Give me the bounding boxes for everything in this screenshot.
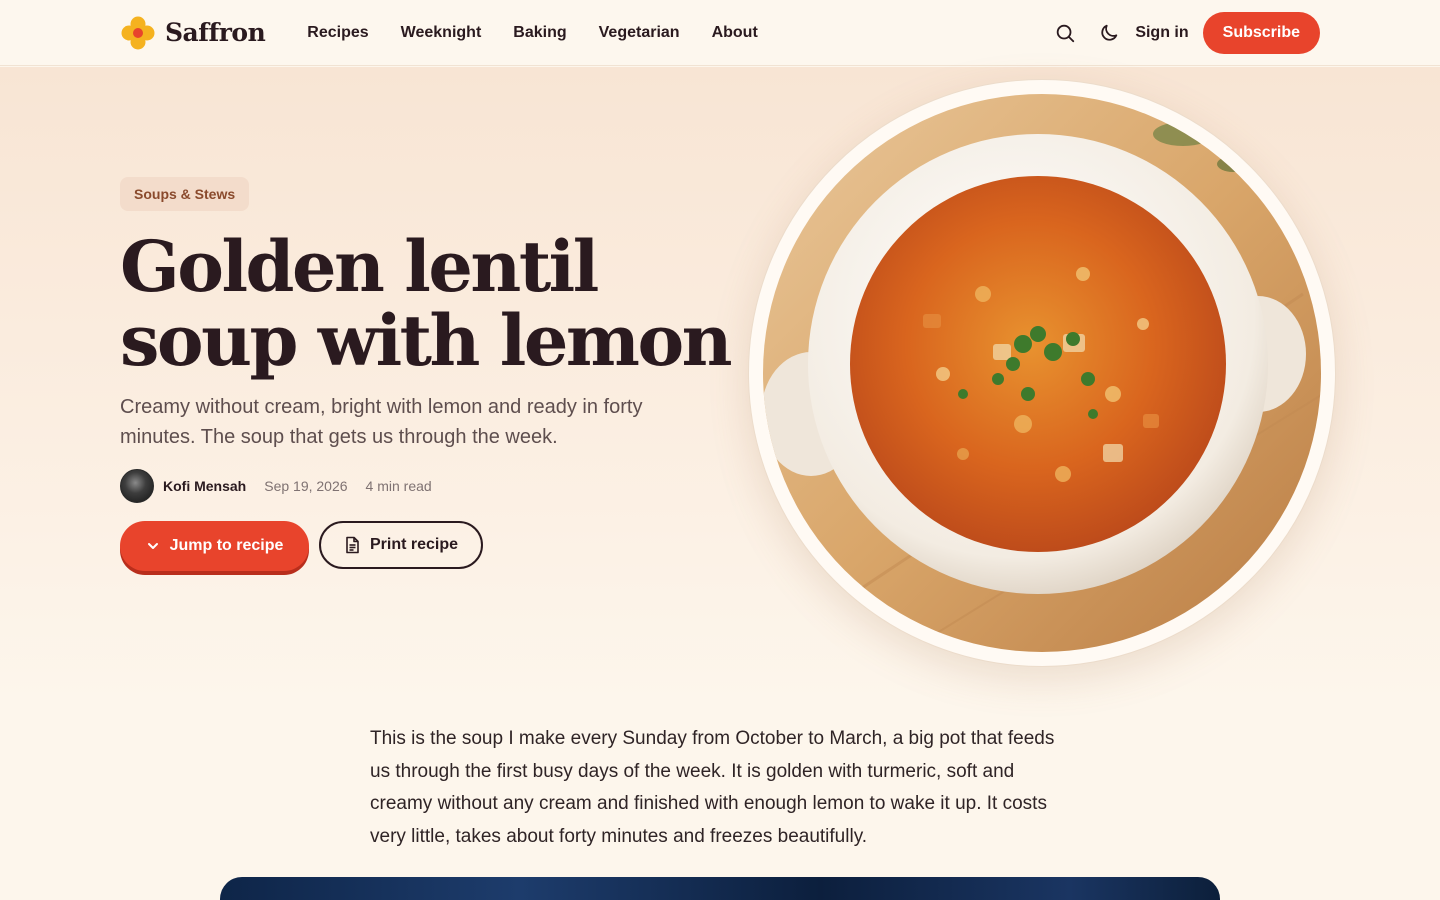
print-recipe-button[interactable]: Print recipe [319,521,483,569]
author-name[interactable]: Kofi Mensah [163,478,246,494]
jump-to-recipe-label: Jump to recipe [169,537,284,554]
page-title: Golden lentil soup with lemon [120,230,740,378]
title-line-2: soup with lemon [120,299,733,382]
featured-banner [220,877,1220,900]
moon-icon[interactable] [1097,21,1121,45]
document-icon [346,536,359,554]
read-time: 4 min read [365,478,432,494]
nav-item-about[interactable]: About [696,24,774,42]
signin-link[interactable]: Sign in [1135,24,1188,42]
hero-image [763,94,1321,652]
nav-item-recipes[interactable]: Recipes [291,24,384,42]
search-icon[interactable] [1053,21,1077,45]
article-meta: Kofi Mensah Sep 19, 2026 4 min read [120,469,432,503]
main-nav: Recipes Weeknight Baking Vegetarian Abou… [291,24,773,42]
article-intro: This is the soup I make every Sunday fro… [370,728,1055,847]
jump-to-recipe-button[interactable]: Jump to recipe [120,521,309,571]
subscribe-button[interactable]: Subscribe [1202,11,1320,54]
nav-item-baking[interactable]: Baking [497,24,582,42]
title-line-1: Golden lentil [120,225,599,308]
avatar[interactable] [120,469,154,503]
nav-item-vegetarian[interactable]: Vegetarian [583,24,696,42]
chevron-down-icon [147,543,158,549]
nav-item-weeknight[interactable]: Weeknight [385,24,498,42]
category-tag[interactable]: Soups & Stews [120,177,250,211]
publish-date: Sep 19, 2026 [264,478,348,494]
hero-image-frame [748,79,1336,667]
site-header: Saffron Recipes Weeknight Baking Vegetar… [0,0,1440,66]
flower-icon [121,16,155,49]
brand-logo[interactable]: Saffron [120,15,266,51]
header-actions: Sign in Subscribe [1053,11,1320,54]
print-recipe-label: Print recipe [369,536,459,553]
article-subtitle: Creamy without cream, bright with lemon … [120,396,643,448]
brand-name: Saffron [165,18,266,47]
